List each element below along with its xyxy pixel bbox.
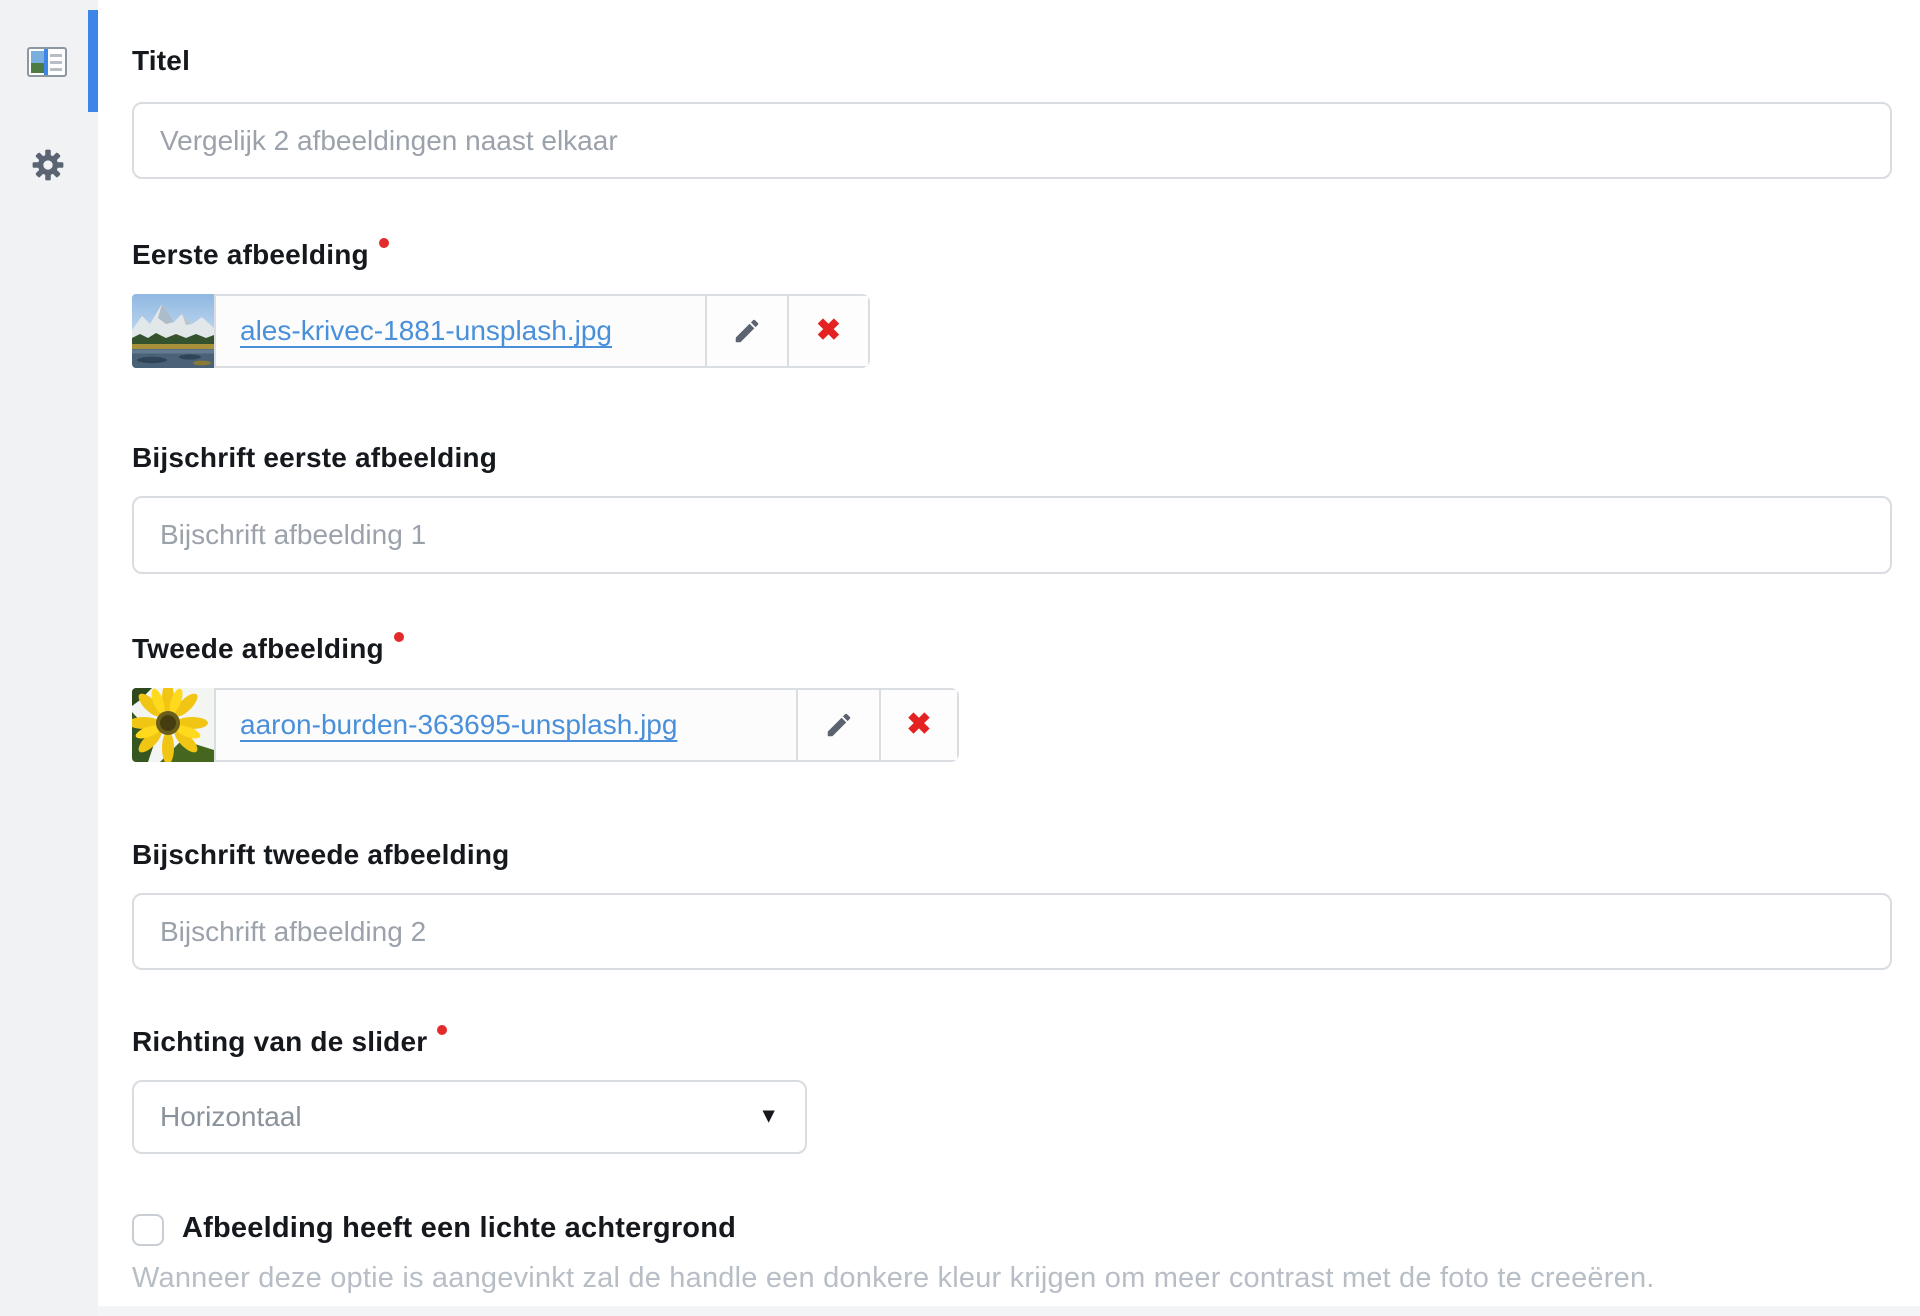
slider-direction-label: Richting van de slider [132, 1025, 447, 1059]
slider-direction-label-text: Richting van de slider [132, 1026, 427, 1057]
active-widget-indicator [88, 10, 98, 112]
sidebar-item-settings[interactable] [31, 148, 65, 182]
slider-direction-select[interactable]: Horizontaal ▼ [132, 1080, 807, 1154]
x-icon: ✖ [816, 316, 841, 346]
gear-icon [31, 148, 65, 182]
second-image-edit-button[interactable] [796, 690, 879, 760]
second-image-label-text: Tweede afbeelding [132, 633, 384, 664]
first-image-edit-button[interactable] [705, 296, 787, 366]
light-background-help-text: Wanneer deze optie is aangevinkt zal de … [132, 1262, 1655, 1295]
required-marker [394, 632, 404, 642]
image-compare-icon-photo [31, 51, 44, 73]
first-caption-input[interactable] [132, 496, 1892, 574]
second-image-filename-link[interactable]: aaron-burden-363695-unsplash.jpg [240, 709, 677, 741]
first-image-chip: ales-krivec-1881-unsplash.jpg ✖ [132, 294, 870, 368]
light-background-checkbox[interactable] [132, 1214, 164, 1246]
light-background-label-text: Afbeelding heeft een lichte achtergrond [182, 1212, 736, 1244]
required-marker [379, 238, 389, 248]
x-icon: ✖ [906, 710, 931, 740]
image-compare-icon-lines [50, 54, 62, 71]
first-image-remove-button[interactable]: ✖ [787, 296, 868, 366]
second-caption-input[interactable] [132, 893, 1892, 970]
sidebar [0, 0, 98, 1316]
image-compare-icon [27, 47, 67, 77]
second-image-chip: aaron-burden-363695-unsplash.jpg ✖ [132, 688, 959, 762]
widget-edit-form: Titel Eerste afbeelding [0, 0, 1920, 1316]
title-label-text: Titel [132, 45, 190, 76]
light-background-label: Afbeelding heeft een lichte achtergrond [182, 1212, 736, 1245]
title-input[interactable] [132, 102, 1892, 179]
second-image-chip-box: aaron-burden-363695-unsplash.jpg ✖ [214, 688, 959, 762]
caret-down-icon: ▼ [758, 1105, 779, 1129]
first-image-filename-cell: ales-krivec-1881-unsplash.jpg [216, 296, 705, 366]
first-caption-label-text: Bijschrift eerste afbeelding [132, 442, 497, 473]
first-image-label: Eerste afbeelding [132, 238, 389, 272]
first-caption-label: Bijschrift eerste afbeelding [132, 441, 497, 475]
sidebar-item-image-compare-widget[interactable] [27, 47, 67, 77]
required-marker [437, 1025, 447, 1035]
pencil-icon [732, 316, 762, 346]
first-image-thumbnail [132, 294, 214, 368]
slider-direction-value: Horizontaal [160, 1101, 302, 1133]
second-caption-label: Bijschrift tweede afbeelding [132, 838, 509, 872]
second-image-thumbnail [132, 688, 214, 762]
second-image-label: Tweede afbeelding [132, 632, 404, 666]
first-image-filename-link[interactable]: ales-krivec-1881-unsplash.jpg [240, 315, 612, 347]
second-caption-label-text: Bijschrift tweede afbeelding [132, 839, 509, 870]
pencil-icon [824, 710, 854, 740]
first-image-label-text: Eerste afbeelding [132, 239, 369, 270]
image-compare-icon-divider [44, 49, 48, 75]
sunflower-thumbnail-image [132, 688, 214, 762]
mountain-lake-thumbnail-image [132, 294, 214, 368]
first-image-chip-box: ales-krivec-1881-unsplash.jpg ✖ [214, 294, 870, 368]
title-label: Titel [132, 44, 190, 78]
next-section-divider [98, 1306, 1920, 1316]
second-image-filename-cell: aaron-burden-363695-unsplash.jpg [216, 690, 796, 760]
second-image-remove-button[interactable]: ✖ [879, 690, 957, 760]
